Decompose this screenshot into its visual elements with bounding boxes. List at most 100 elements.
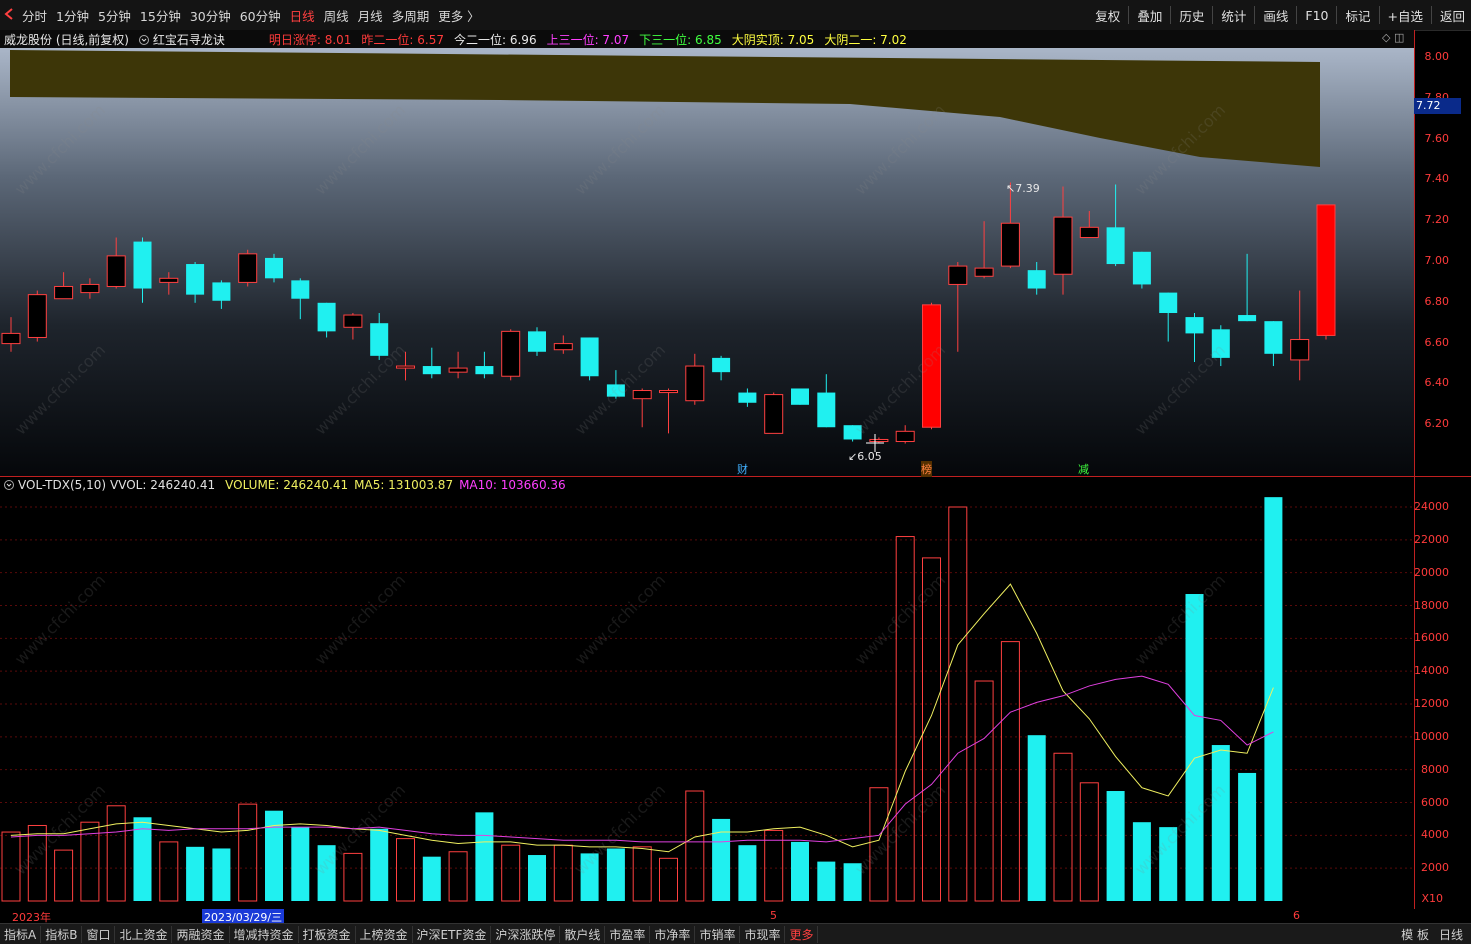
candle: [791, 388, 809, 405]
volume-bar: [1000, 641, 1020, 902]
price-tick: 6.60: [1424, 335, 1450, 349]
month-5-label: 5: [770, 909, 777, 922]
volume-bar: [448, 851, 468, 902]
indicator-tab[interactable]: 打板资金: [299, 925, 356, 943]
ma5-line: [10, 583, 1274, 853]
candle: [580, 337, 599, 381]
candle: [764, 392, 784, 434]
indicator-tab[interactable]: 散户线: [560, 925, 606, 943]
axis-corner: [1414, 909, 1471, 923]
finance-marker[interactable]: 财: [737, 461, 748, 477]
candle: [27, 290, 47, 342]
volume-bar: [291, 827, 310, 901]
bottom-indicator-bar: 指标A 指标B 窗口 北上资金 两融资金 增减持资金 打板资金 上榜资金 沪深ETF资金 沪深涨跌…: [0, 923, 1471, 944]
candle: [265, 253, 283, 283]
template-button[interactable]: 模 板: [1401, 926, 1429, 943]
bottom-tabs: 指标A 指标B 窗口 北上资金 两融资金 增减持资金 打板资金 上榜资金 沪深ETF资金 沪深涨跌…: [0, 924, 819, 944]
volume-bar: [659, 857, 678, 902]
indicator-tab[interactable]: 沪深ETF资金: [413, 925, 492, 943]
volume-bar: [738, 845, 757, 901]
volume-tick: 22000: [1414, 532, 1449, 546]
billboard-marker[interactable]: 榜: [921, 461, 932, 477]
volume-tick: 14000: [1414, 664, 1449, 678]
volume-bar: [1264, 497, 1283, 901]
volume-bar: [1185, 594, 1204, 901]
candle: [528, 327, 546, 356]
indicator-tab[interactable]: 窗口: [82, 925, 116, 943]
volume-bar: [54, 849, 74, 902]
indicator-tab[interactable]: 指标B: [41, 925, 83, 943]
current-price-tag: 7.72: [1414, 98, 1461, 114]
volume-bar: [685, 790, 705, 902]
bottom-right: 模 板 日线: [1391, 924, 1463, 944]
period-daily-button[interactable]: 日线: [1439, 926, 1463, 943]
indicator-tab[interactable]: 市销率: [695, 925, 741, 943]
volume-bar: [843, 863, 862, 901]
reduce-holding-marker[interactable]: 减: [1078, 461, 1089, 477]
candle: [843, 425, 862, 442]
price-tick: 6.40: [1424, 376, 1450, 390]
volume-bar: [422, 856, 441, 901]
volume-bar: [712, 818, 731, 901]
candle: [1316, 204, 1336, 340]
candle: [238, 249, 258, 287]
volume-bar: [1211, 745, 1230, 901]
volume-bar: [1238, 772, 1257, 901]
high-price-label: ↖7.39: [1006, 182, 1040, 195]
volume-bar: [343, 852, 363, 902]
volume-bar: [159, 841, 179, 902]
volume-indicator-name: VOL-TDX(5,10): [18, 478, 107, 492]
volume-bar: [396, 838, 415, 902]
indicator-tab[interactable]: 市盈率: [605, 925, 651, 943]
indicator-tab[interactable]: 更多: [785, 925, 819, 943]
indicator-tab[interactable]: 增减持资金: [230, 925, 299, 943]
volume-bar: [186, 846, 205, 901]
candle: [501, 329, 521, 381]
ma10-line: [10, 675, 1274, 843]
chevron-down-icon[interactable]: [4, 480, 14, 490]
volume-tick: 4000: [1421, 828, 1449, 842]
volume-bar: [1159, 827, 1178, 901]
indicator-tab[interactable]: 沪深涨跌停: [491, 925, 561, 943]
price-tick: 7.20: [1424, 213, 1450, 227]
volume-bar: [238, 803, 258, 902]
low-price-label: ↙6.05: [848, 450, 882, 463]
price-tick: 6.80: [1424, 294, 1450, 308]
indicator-tab[interactable]: 市现率: [740, 925, 786, 943]
volume-tick: 12000: [1414, 697, 1449, 710]
vvol-value: VVOL: 246240.41: [110, 478, 216, 492]
indicator-tab[interactable]: 指标A: [0, 925, 42, 943]
volume-tick: 8000: [1421, 762, 1449, 776]
volume-bar: [1106, 791, 1125, 901]
price-tick: 7.40: [1424, 172, 1450, 186]
volume-bar: [1079, 782, 1099, 902]
date-axis: 2023年 2023/03/29/三 5 6: [0, 909, 1414, 925]
indicator-tab[interactable]: 两融资金: [172, 925, 230, 943]
volume-bar: [632, 846, 652, 902]
month-6-label: 6: [1293, 909, 1300, 922]
indicator-tab[interactable]: 北上资金: [115, 925, 173, 943]
volume-tick: 24000: [1414, 500, 1449, 513]
volume-bar: [580, 853, 599, 901]
volume-bar: [895, 536, 915, 902]
volume-bar: [501, 844, 521, 902]
volume-tick: 20000: [1414, 565, 1449, 579]
indicator-tab[interactable]: 市净率: [650, 925, 696, 943]
volume-bar: [370, 828, 389, 901]
volume-bar: [106, 805, 126, 902]
candle: [922, 302, 941, 430]
volume-bars: [1, 497, 1283, 902]
volume-bar: [27, 824, 47, 902]
volume-info-bar: VOL-TDX(5,10) VVOL: 246240.41 VOLUME: 24…: [0, 477, 576, 493]
volume-bar: [553, 844, 573, 902]
volume-bar: [606, 848, 625, 901]
volume-bar: [817, 861, 836, 901]
ma5-value: MA5: 131003.87: [354, 478, 454, 492]
kline-chart[interactable]: [0, 0, 1471, 943]
price-tick: 6.20: [1424, 417, 1450, 431]
volume-bar: [212, 848, 231, 901]
indicator-tab[interactable]: 上榜资金: [356, 925, 413, 943]
volume-unit: X10: [1421, 892, 1443, 905]
volume-bar: [1053, 752, 1073, 902]
volume-bar: [1, 831, 21, 902]
